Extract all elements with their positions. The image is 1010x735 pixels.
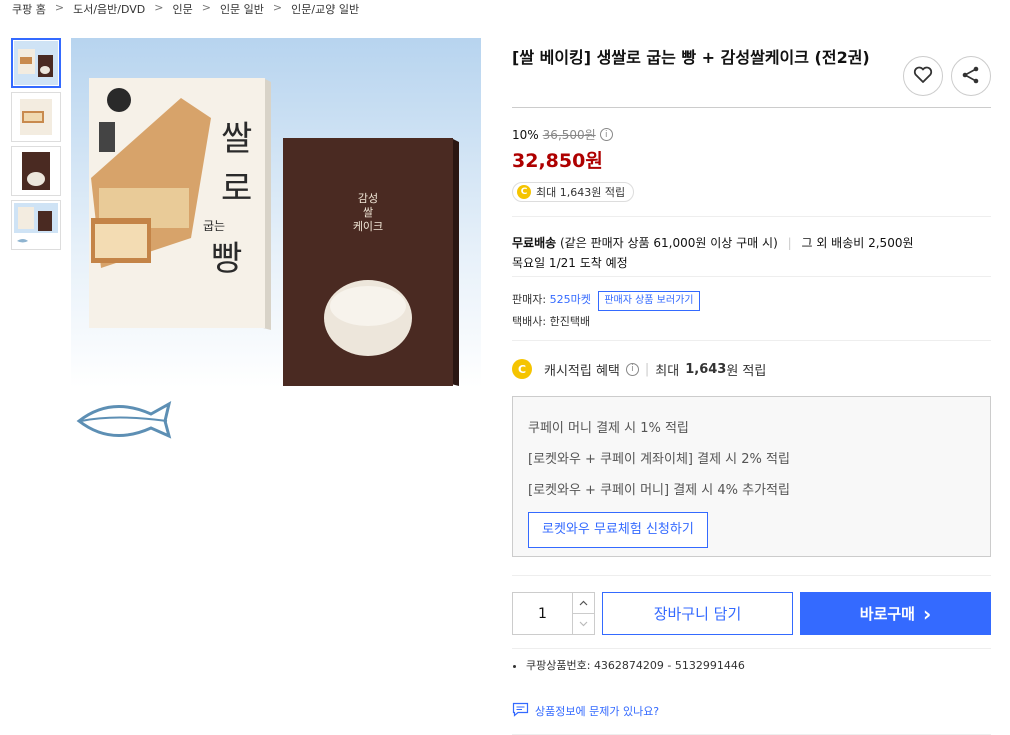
breadcrumb-humanities-general[interactable]: 인문 일반 <box>220 1 264 17</box>
cashback-max-amount: 1,643 <box>685 361 727 377</box>
cash-reward-badge: C 최대 1,643원 적립 <box>512 182 635 202</box>
breadcrumb-humanities[interactable]: 인문 <box>172 1 192 17</box>
cash-reward-text: 최대 1,643원 적립 <box>536 186 626 199</box>
quantity-stepper: 1 <box>512 592 595 635</box>
product-number-section: 쿠팡상품번호: 4362874209 - 5132991446 <box>512 648 991 673</box>
product-title: [쌀 베이킹] 생쌀로 굽는 빵 + 감성쌀케이크 (전2권) <box>512 48 870 67</box>
breadcrumb-home[interactable]: 쿠팡 홈 <box>12 1 46 17</box>
rocket-wow-trial-button[interactable]: 로켓와우 무료체험 신청하기 <box>528 512 708 548</box>
original-price: 36,500원 <box>542 128 596 142</box>
product-number-label: 쿠팡상품번호: <box>526 659 591 672</box>
price-section: 10% 36,500원 i 32,850원 C 최대 1,643원 적립 <box>512 107 991 202</box>
divider-bar: | <box>787 236 792 250</box>
breadcrumb-books[interactable]: 도서/음반/DVD <box>73 1 145 17</box>
seller-info: 판매자: 525마켓 판매자 상품 보러가기 택배사: 한진택배 <box>512 276 991 333</box>
benefit-line: [로켓와우 + 쿠페이 머니] 결제 시 4% 추가적립 <box>528 483 790 498</box>
breadcrumb-separator: > <box>272 1 283 14</box>
coin-icon: C <box>512 359 532 379</box>
courier-label: 택배사: <box>512 315 547 328</box>
purchase-actions: 1 장바구니 담기 바로구매 › <box>512 575 991 635</box>
chat-icon <box>512 702 529 720</box>
product-number-item: 쿠팡상품번호: 4362874209 - 5132991446 <box>526 657 991 673</box>
book1-title-char-3: 빵 <box>211 239 242 279</box>
book1-title-char-2: 로 <box>221 169 252 209</box>
add-to-cart-button[interactable]: 장바구니 담기 <box>602 592 793 635</box>
buy-now-button[interactable]: 바로구매 › <box>800 592 991 635</box>
product-number-value: 4362874209 - 5132991446 <box>593 659 745 672</box>
info-icon[interactable]: i <box>625 362 639 376</box>
benefit-line: [로켓와우 + 쿠페이 계좌이체] 결제 시 2% 적립 <box>528 452 790 467</box>
payment-benefits-box: 쿠페이 머니 결제 시 1% 적립 [로켓와우 + 쿠페이 계좌이체] 결제 시… <box>512 396 991 557</box>
seller-products-button[interactable]: 판매자 상품 보러가기 <box>598 291 700 311</box>
thumbnail-3[interactable] <box>11 146 61 196</box>
quantity-input[interactable]: 1 <box>513 593 572 634</box>
discount-rate: 10% <box>512 127 539 142</box>
book2-title-2: 쌀 <box>363 206 373 219</box>
breadcrumb-separator: > <box>201 1 211 14</box>
cashback-max-prefix: 최대 <box>655 363 680 379</box>
thumbnail-4[interactable] <box>11 200 61 250</box>
shipping-info: 무료배송 (같은 판매자 상품 61,000원 이상 구매 시) | 그 외 배… <box>512 216 991 273</box>
thumbnail-2[interactable] <box>11 92 61 142</box>
seller-name-link[interactable]: 525마켓 <box>550 293 591 306</box>
breadcrumb: 쿠팡 홈 > 도서/음반/DVD > 인문 > 인문 일반 > 인문/교양 일반 <box>12 1 359 17</box>
heart-icon <box>913 66 933 87</box>
product-main-image[interactable]: 쌀 로 굽는 빵 감성 쌀 케이크 <box>71 38 481 448</box>
breadcrumb-separator: > <box>54 1 65 14</box>
book1-title-char-1: 쌀 <box>221 119 252 159</box>
courier-name: 한진택배 <box>549 315 591 328</box>
book2-title-3: 케이크 <box>353 220 383 233</box>
cashback-max-suffix: 원 적립 <box>726 363 767 379</box>
share-button[interactable] <box>951 56 991 96</box>
book2-title-1: 감성 <box>358 192 378 205</box>
shipping-condition: (같은 판매자 상품 61,000원 이상 구매 시) <box>560 236 778 250</box>
other-shipping-fee: 그 외 배송비 2,500원 <box>801 236 914 250</box>
divider-bar: | <box>644 361 650 377</box>
breadcrumb-liberal-arts[interactable]: 인문/교양 일반 <box>291 1 359 17</box>
thumbnail-1[interactable] <box>11 38 61 88</box>
thumbnail-list <box>11 38 63 254</box>
seller-label: 판매자: <box>512 293 547 306</box>
report-issue-link[interactable]: 상품정보에 문제가 있나요? <box>512 702 659 720</box>
report-issue-text: 상품정보에 문제가 있나요? <box>535 705 660 718</box>
free-shipping-label: 무료배송 <box>512 236 557 250</box>
book1-title-small: 굽는 <box>203 219 225 233</box>
chevron-right-icon: › <box>922 601 932 626</box>
sale-price: 32,850원 <box>512 150 603 172</box>
wishlist-button[interactable] <box>903 56 943 96</box>
buy-now-label: 바로구매 <box>859 605 915 623</box>
share-icon <box>961 65 981 88</box>
cashback-benefit: C 캐시적립 혜택 i | 최대 1,643 원 적립 <box>512 340 991 379</box>
info-icon[interactable]: i <box>599 128 613 141</box>
coin-icon: C <box>517 185 531 199</box>
product-header: [쌀 베이킹] 생쌀로 굽는 빵 + 감성쌀케이크 (전2권) <box>512 46 991 96</box>
chevron-down-icon[interactable] <box>573 613 594 634</box>
breadcrumb-separator: > <box>154 1 164 14</box>
benefit-line: 쿠페이 머니 결제 시 1% 적립 <box>528 421 689 436</box>
arrival-date: 목요일 1/21 도착 예정 <box>512 256 628 270</box>
chevron-up-icon[interactable] <box>573 593 594 613</box>
cashback-label: 캐시적립 혜택 <box>544 363 620 379</box>
